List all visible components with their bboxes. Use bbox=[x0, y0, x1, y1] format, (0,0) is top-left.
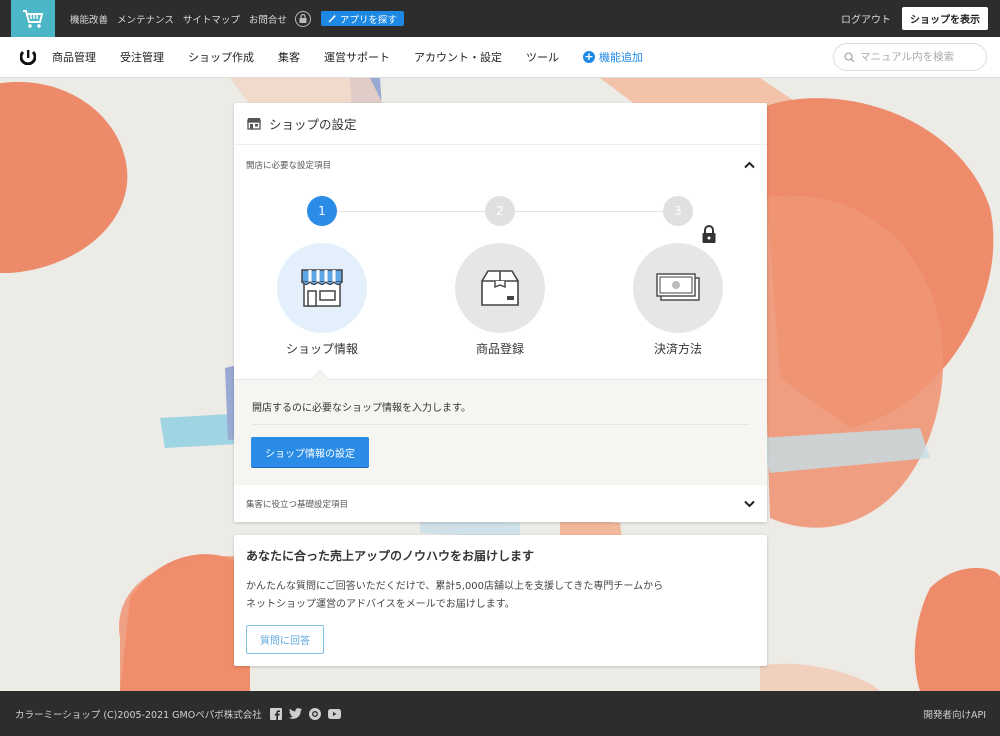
step-3-number: 3 bbox=[663, 196, 693, 226]
find-apps-button[interactable]: アプリを探す bbox=[320, 11, 404, 26]
add-feature-button[interactable]: + 機能追加 bbox=[583, 49, 643, 65]
manual-search bbox=[833, 43, 987, 71]
step-connector bbox=[337, 211, 485, 212]
storefront-icon bbox=[301, 269, 343, 307]
footer: カラーミーショップ (C)2005-2021 GMOペパボ株式会社 開発者向けA… bbox=[0, 691, 1000, 736]
link-sitemap[interactable]: サイトマップ bbox=[183, 12, 240, 26]
nav-shop-design[interactable]: ショップ作成 bbox=[188, 49, 254, 65]
step-shop-info[interactable] bbox=[277, 243, 367, 333]
step-2-number: 2 bbox=[485, 196, 515, 226]
nav-orders[interactable]: 受注管理 bbox=[120, 49, 164, 65]
logout-link[interactable]: ログアウト bbox=[841, 11, 891, 26]
link-maintenance[interactable]: メンテナンス bbox=[117, 12, 174, 26]
knowhow-title: あなたに合った売上アップのノウハウをお届けします bbox=[246, 549, 535, 563]
shop-settings-header: ショップの設定 bbox=[234, 103, 767, 145]
cart-logo-icon[interactable] bbox=[11, 0, 55, 37]
setup-steps: 1 2 3 ショップ情報 商品登録 決済方法 bbox=[234, 185, 767, 380]
cash-icon bbox=[656, 273, 700, 301]
shop-settings-card: ショップの設定 開店に必要な設定項目 1 2 3 ショップ情報 商品登録 決済方… bbox=[234, 103, 767, 522]
nav-marketing[interactable]: 集客 bbox=[278, 49, 300, 65]
step-3-label: 決済方法 bbox=[653, 342, 702, 356]
required-settings-label: 開店に必要な設定項目 bbox=[246, 161, 332, 171]
knowhow-line-1: かんたんな質問にご回答いただくだけで、累計5,000店舗以上を支援してきた専門チ… bbox=[246, 581, 664, 592]
add-feature-label: 機能追加 bbox=[599, 51, 643, 64]
required-settings-toggle[interactable]: 開店に必要な設定項目 bbox=[234, 145, 767, 185]
step-payment-method[interactable] bbox=[633, 243, 723, 333]
nav-support[interactable]: 運営サポート bbox=[324, 49, 390, 65]
package-box-icon bbox=[481, 270, 519, 306]
step-product-registration[interactable] bbox=[455, 243, 545, 333]
step-2-label: 商品登録 bbox=[475, 342, 524, 356]
divider bbox=[252, 424, 749, 425]
search-icon bbox=[844, 51, 855, 62]
step-detail-text: 開店するのに必要なショップ情報を入力します。 bbox=[252, 403, 471, 414]
answer-questions-button[interactable]: 質問に回答 bbox=[246, 625, 324, 654]
instagram-icon[interactable] bbox=[308, 707, 321, 720]
nav-tools[interactable]: ツール bbox=[526, 49, 559, 65]
view-shop-button[interactable]: ショップを表示 bbox=[902, 7, 988, 30]
link-contact[interactable]: お問合せ bbox=[249, 12, 287, 26]
top-bar: 機能改善 メンテナンス サイトマップ お問合せ アプリを探す ログアウト ショッ… bbox=[0, 0, 1000, 37]
shop-info-settings-button[interactable]: ショップ情報の設定 bbox=[251, 437, 369, 467]
security-lock-icon[interactable] bbox=[294, 10, 311, 27]
knowhow-card: あなたに合った売上アップのノウハウをお届けします かんたんな質問にご回答いただく… bbox=[234, 535, 767, 666]
step-1-label: ショップ情報 bbox=[285, 342, 358, 356]
knowhow-line-2: ネットショップ運営のアドバイスをメールでお届けします。 bbox=[246, 599, 515, 610]
padlock-icon bbox=[702, 225, 716, 243]
manual-search-input[interactable] bbox=[860, 51, 980, 63]
social-links bbox=[269, 707, 341, 720]
developer-api-link[interactable]: 開発者向けAPI bbox=[923, 707, 986, 721]
nav-products[interactable]: 商品管理 bbox=[52, 49, 96, 65]
twitter-icon[interactable] bbox=[288, 708, 302, 719]
link-improvement[interactable]: 機能改善 bbox=[70, 12, 108, 26]
step-1-number: 1 bbox=[307, 196, 337, 226]
marketing-settings-toggle[interactable]: 集客に役立つ基礎設定項目 bbox=[234, 485, 767, 522]
chevron-down-icon bbox=[744, 500, 755, 507]
youtube-icon[interactable] bbox=[327, 708, 341, 719]
copyright: カラーミーショップ (C)2005-2021 GMOペパボ株式会社 bbox=[15, 709, 262, 721]
wand-icon bbox=[328, 14, 337, 23]
find-apps-label: アプリを探す bbox=[339, 14, 397, 26]
marketing-settings-label: 集客に役立つ基礎設定項目 bbox=[246, 499, 349, 510]
nav-account-settings[interactable]: アカウント・設定 bbox=[414, 49, 502, 65]
chevron-up-icon bbox=[744, 161, 755, 169]
step-detail-panel: 開店するのに必要なショップ情報を入力します。 ショップ情報の設定 bbox=[234, 370, 767, 485]
main-nav: 商品管理 受注管理 ショップ作成 集客 運営サポート アカウント・設定 ツール … bbox=[0, 37, 1000, 78]
plus-icon: + bbox=[583, 50, 595, 63]
colorme-logo-icon[interactable] bbox=[20, 49, 36, 65]
shop-settings-title: ショップの設定 bbox=[269, 117, 357, 132]
store-icon bbox=[247, 118, 261, 130]
facebook-icon[interactable] bbox=[269, 707, 282, 720]
step-connector bbox=[515, 211, 663, 212]
